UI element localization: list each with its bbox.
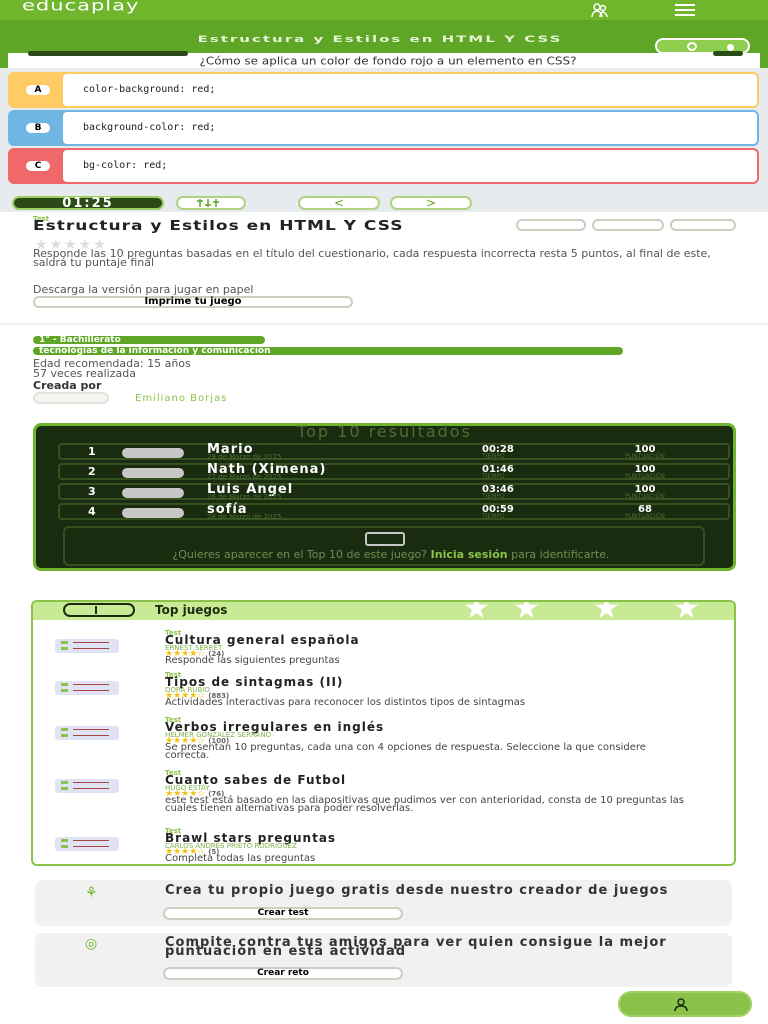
subject-tag[interactable]: tecnologías de la información y comunica…	[33, 347, 623, 356]
invite-text: ¿Quieres aparecer en el Top 10 de este j…	[172, 548, 610, 561]
game-description: Actividades interactivas para reconocer …	[165, 697, 526, 708]
top10-row: 2 Nath (Ximena) 27 de Marzo de 2025 01:46…	[58, 463, 730, 481]
arrow-up-icon	[63, 603, 135, 617]
top10-row: 3 Luis Angel 26 de Marzo de 2025 03:46 TIE…	[58, 483, 730, 501]
option-b[interactable]: B background-color: red;	[8, 110, 759, 146]
activity-description: Responde las 10 preguntas basadas en el …	[33, 247, 711, 269]
option-a[interactable]: A color-background: red;	[8, 72, 759, 108]
create-challenge-label: Crear reto	[257, 968, 309, 978]
users-icon	[674, 998, 688, 1012]
top-games-title: Top juegos	[155, 603, 228, 617]
option-letter-c: C	[26, 161, 50, 171]
score-label: PUNTUACIÓN	[625, 493, 665, 500]
game-description: Se presentan 10 preguntas, cada una con …	[165, 742, 646, 761]
floating-action-button[interactable]	[618, 991, 752, 1017]
top-games-panel: ★ ★ ★ ★ Top juegos Test Cultura general esp…	[31, 600, 736, 866]
top10-title: Top 10 resultados	[297, 422, 472, 441]
edit-icon[interactable]	[516, 219, 586, 231]
player-avatar	[122, 488, 184, 498]
create-challenge-button[interactable]: Crear reto	[163, 967, 403, 980]
level-tag[interactable]: 1° - Bachillerato	[33, 336, 265, 345]
game-description: Responde las siguientes preguntas	[165, 655, 340, 666]
print-button-label: Imprime tu juego	[144, 296, 242, 307]
timer: 01:25	[12, 196, 164, 210]
test-icon	[55, 681, 119, 695]
author-avatar[interactable]	[33, 392, 109, 404]
create-test-button[interactable]: Crear test	[163, 907, 403, 920]
player-date: 26 de Marzo de 2025	[207, 493, 282, 501]
create-test-label: Crear test	[257, 908, 309, 918]
share-icon[interactable]	[592, 219, 664, 231]
target-icon: ◎	[85, 936, 98, 952]
trophy-icon	[365, 532, 405, 546]
create-game-cta: ⚘ Crea tu propio juego gratis desde nues…	[35, 880, 732, 926]
game-title: Estructura y Estilos en HTML Y CSS	[197, 33, 563, 45]
users-plus-icon: ⚘	[85, 885, 98, 901]
question-text: ¿Cómo se aplica un color de fondo rojo a…	[199, 55, 577, 68]
option-text-c: bg-color: red;	[83, 160, 168, 171]
rank: 4	[88, 505, 96, 518]
test-icon	[55, 837, 119, 851]
time-label: TIEMPO	[482, 513, 505, 520]
rank: 1	[88, 445, 96, 458]
prev-button[interactable]: <	[298, 196, 380, 210]
top10-invite: ¿Quieres aparecer en el Top 10 de este j…	[63, 526, 705, 566]
test-icon	[55, 779, 119, 793]
time-label: TIEMPO	[482, 473, 505, 480]
top-games-header: ★ ★ ★ ★ Top juegos	[33, 602, 734, 620]
top-header: educaplay	[0, 0, 768, 20]
gear-icon	[687, 42, 697, 51]
game-description: este test está basado en las diapositiva…	[165, 795, 684, 814]
plays-count: 57 veces realizada	[33, 367, 136, 380]
top10-row: 1 Mario 28 de Marzo de 2025 00:28 TIEMPO 1…	[58, 443, 730, 461]
score-label: PUNTUACIÓN	[625, 513, 665, 520]
login-link[interactable]: Inicia sesión	[431, 548, 508, 561]
created-by-label: Creada por	[33, 379, 102, 392]
player-date: 28 de Marzo de 2025	[207, 453, 282, 461]
challenge-text: Compite contra tus amigos para ver quien…	[165, 935, 667, 959]
player-date: 27 de Marzo de 2025	[207, 473, 282, 481]
player-date: 28 de Marzo de 2025	[207, 513, 282, 521]
test-icon	[55, 726, 119, 740]
divider	[0, 323, 768, 325]
challenge-cta: ◎ Compite contra tus amigos para ver qui…	[35, 933, 732, 987]
answer-options: A color-background: red; B background-co…	[0, 68, 768, 190]
option-text-a: color-background: red;	[83, 84, 216, 95]
top10-row: 4 sofía 28 de Marzo de 2025 00:59 TIEMPO 6…	[58, 503, 730, 521]
sliders-icon[interactable]	[176, 196, 246, 210]
score-label: PUNTUACIÓN	[625, 453, 665, 460]
option-c[interactable]: C bg-color: red;	[8, 148, 759, 184]
top10-panel: Top 10 resultados 1 Mario 28 de Marzo de …	[33, 423, 736, 571]
hamburger-menu-icon[interactable]	[675, 4, 695, 16]
download-text: Descarga la versión para jugar en papel	[33, 283, 254, 296]
test-icon	[55, 639, 119, 653]
option-letter-a: A	[26, 85, 50, 95]
print-button[interactable]: Imprime tu juego	[33, 296, 353, 308]
author-link[interactable]: Emiliano Borjas	[135, 393, 227, 404]
player-avatar	[122, 468, 184, 478]
rank: 2	[88, 465, 96, 478]
time-label: TIEMPO	[482, 493, 505, 500]
option-letter-b: B	[26, 123, 50, 133]
game-description: Completa todas las preguntas	[165, 853, 316, 864]
more-options-icon[interactable]	[670, 219, 736, 231]
score-label: PUNTUACIÓN	[625, 473, 665, 480]
educaplay-logo[interactable]: educaplay	[22, 0, 139, 14]
time-label: TIEMPO	[482, 453, 505, 460]
activity-title: Estructura y Estilos en HTML Y CSS	[33, 218, 404, 234]
rank: 3	[88, 485, 96, 498]
next-button[interactable]: >	[390, 196, 472, 210]
user-group-icon[interactable]	[590, 2, 610, 18]
create-game-text: Crea tu propio juego gratis desde nuestr…	[165, 883, 669, 898]
option-text-b: background-color: red;	[83, 122, 216, 133]
player-avatar	[122, 508, 184, 518]
player-avatar	[122, 448, 184, 458]
